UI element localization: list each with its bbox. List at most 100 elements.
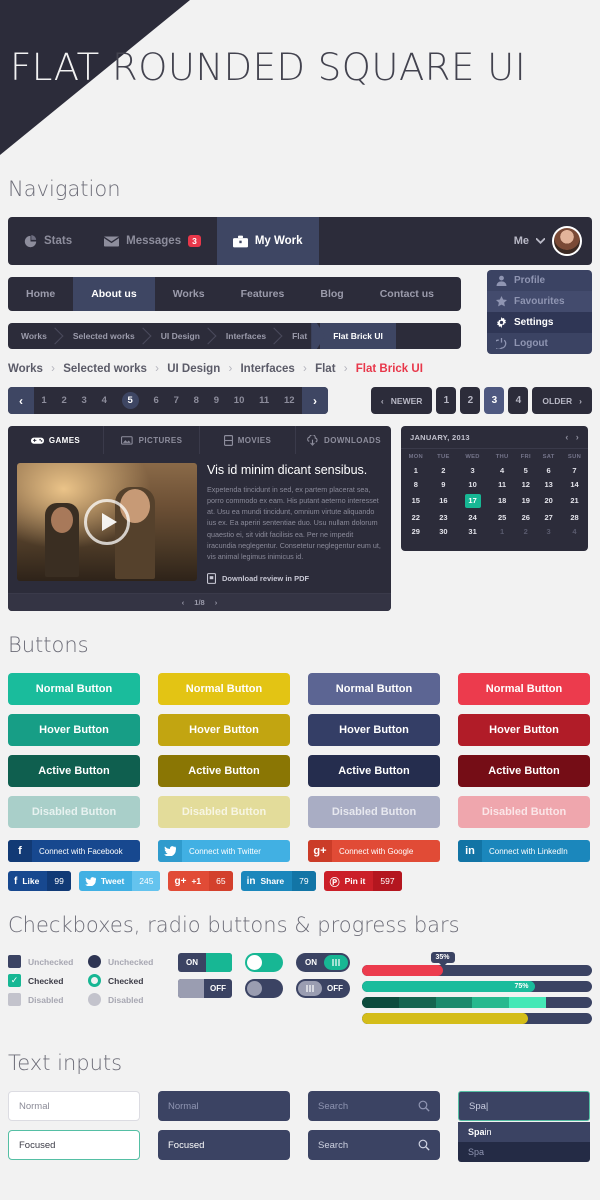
- calendar-day-outside[interactable]: 1: [489, 524, 515, 538]
- tab-pictures[interactable]: PICTURES: [104, 426, 200, 454]
- text-input-normal-dark[interactable]: Normal: [158, 1091, 290, 1122]
- calendar-day-outside[interactable]: 4: [561, 524, 588, 538]
- video-thumbnail[interactable]: [17, 463, 197, 581]
- calendar-day[interactable]: 26: [515, 510, 536, 524]
- pagination-page[interactable]: 2: [61, 395, 66, 406]
- toggle-pill-on[interactable]: [245, 953, 283, 973]
- breadcrumb-link[interactable]: Interfaces: [240, 363, 294, 375]
- calendar-day[interactable]: 20: [536, 491, 561, 510]
- pagination-page[interactable]: 9: [214, 395, 219, 406]
- radio-unchecked[interactable]: [88, 955, 101, 969]
- calendar-day[interactable]: 23: [431, 510, 457, 524]
- calendar-day[interactable]: 7: [561, 463, 588, 477]
- connect-facebook-button[interactable]: f Connect with Facebook: [8, 840, 140, 863]
- tab-movies[interactable]: MOVIES: [200, 426, 296, 454]
- calendar-day[interactable]: 28: [561, 510, 588, 524]
- tab-pager-next[interactable]: ›: [215, 598, 218, 607]
- autocomplete-option[interactable]: Spa: [458, 1142, 590, 1163]
- calendar-day[interactable]: 9: [431, 477, 457, 491]
- calendar-day[interactable]: 14: [561, 477, 588, 491]
- play-button-icon[interactable]: [84, 499, 130, 545]
- pagination-next-button[interactable]: ›: [302, 387, 328, 414]
- tab-games[interactable]: GAMES: [8, 426, 104, 454]
- dropdown-item-logout[interactable]: Logout: [487, 333, 592, 354]
- checkbox-unchecked[interactable]: [8, 955, 21, 969]
- tab-downloads[interactable]: DOWNLOADS: [296, 426, 391, 454]
- calendar-day[interactable]: 16: [431, 491, 457, 510]
- pagination-older-button[interactable]: OLDER ›: [532, 387, 592, 414]
- text-input-normal-light[interactable]: Normal: [8, 1091, 140, 1122]
- toggle-grip-off[interactable]: OFF: [296, 979, 350, 999]
- menu-item-features[interactable]: Features: [223, 277, 303, 311]
- topnav-item-my-work[interactable]: My Work: [216, 217, 319, 265]
- pagination-page-active[interactable]: 5: [121, 392, 139, 409]
- radio-unchecked-row[interactable]: Unchecked: [88, 953, 168, 970]
- toggle-grip-on[interactable]: ON: [296, 953, 350, 973]
- breadcrumb-arrow-segment[interactable]: Works: [8, 323, 60, 349]
- toggle-square-off[interactable]: OFF: [178, 979, 232, 999]
- user-menu-trigger[interactable]: Me: [504, 217, 592, 265]
- pagination-page[interactable]: 10: [234, 395, 245, 406]
- avatar[interactable]: [552, 226, 582, 256]
- connect-google-button[interactable]: g+ Connect with Google: [308, 840, 440, 863]
- calendar-day[interactable]: 2: [431, 463, 457, 477]
- menu-item-contact-us[interactable]: Contact us: [362, 277, 452, 311]
- button-yellow-hover[interactable]: Hover Button: [158, 714, 290, 747]
- share-tweet-button[interactable]: Tweet 245: [78, 871, 161, 892]
- calendar-day[interactable]: 13: [536, 477, 561, 491]
- calendar-day[interactable]: 4: [489, 463, 515, 477]
- calendar-day-selected[interactable]: 17: [456, 491, 489, 510]
- share-linkedin-button[interactable]: in Share 79: [240, 871, 316, 892]
- autocomplete-input[interactable]: Spa |: [458, 1091, 590, 1122]
- calendar-day[interactable]: 1: [401, 463, 431, 477]
- calendar-day[interactable]: 18: [489, 491, 515, 510]
- button-slate-hover[interactable]: Hover Button: [308, 714, 440, 747]
- breadcrumb-arrow-segment[interactable]: Interfaces: [213, 323, 279, 349]
- dropdown-item-favourites[interactable]: Favourites: [487, 291, 592, 312]
- button-red-normal[interactable]: Normal Button: [458, 673, 590, 706]
- search-icon[interactable]: [418, 1100, 430, 1112]
- connect-twitter-button[interactable]: Connect with Twitter: [158, 840, 290, 863]
- search-icon[interactable]: [418, 1139, 430, 1151]
- pagination-page[interactable]: 1: [41, 395, 46, 406]
- calendar-prev-month-button[interactable]: ‹: [565, 432, 568, 442]
- topnav-item-stats[interactable]: Stats: [8, 217, 88, 265]
- pagination-page[interactable]: 12: [284, 395, 295, 406]
- calendar-day[interactable]: 10: [456, 477, 489, 491]
- button-yellow-active[interactable]: Active Button: [158, 755, 290, 788]
- pagination-page[interactable]: 8: [194, 395, 199, 406]
- button-yellow-normal[interactable]: Normal Button: [158, 673, 290, 706]
- menu-item-about-us[interactable]: About us: [73, 277, 155, 311]
- button-slate-normal[interactable]: Normal Button: [308, 673, 440, 706]
- share-pinterest-button[interactable]: Ⓟ Pin it 597: [323, 871, 402, 892]
- pagination-page[interactable]: 7: [174, 395, 179, 406]
- toggle-square-on[interactable]: ON: [178, 953, 232, 973]
- search-input-focused[interactable]: Search: [308, 1130, 440, 1161]
- calendar-day[interactable]: 15: [401, 491, 431, 510]
- calendar-day[interactable]: 12: [515, 477, 536, 491]
- pagination-page[interactable]: 11: [259, 395, 269, 406]
- toggle-pill-off[interactable]: [245, 979, 283, 999]
- breadcrumb-link[interactable]: UI Design: [167, 363, 220, 375]
- calendar-day[interactable]: 11: [489, 477, 515, 491]
- pagination-page[interactable]: 2: [460, 387, 481, 414]
- share-like-button[interactable]: f Like 99: [8, 871, 71, 892]
- search-input-normal[interactable]: Search: [308, 1091, 440, 1122]
- checkbox-checked[interactable]: ✓: [8, 974, 21, 988]
- pagination-page-active[interactable]: 3: [484, 387, 505, 414]
- calendar-day[interactable]: 29: [401, 524, 431, 538]
- breadcrumb-arrow-segment-active[interactable]: Flat Brick UI: [320, 323, 396, 349]
- breadcrumb-arrow-segment[interactable]: Selected works: [60, 323, 148, 349]
- calendar-day-outside[interactable]: 2: [515, 524, 536, 538]
- text-input-focused-light[interactable]: Focused: [8, 1130, 140, 1161]
- topnav-item-messages[interactable]: Messages 3: [88, 217, 217, 265]
- menu-item-home[interactable]: Home: [8, 277, 73, 311]
- button-teal-normal[interactable]: Normal Button: [8, 673, 140, 706]
- pagination-prev-button[interactable]: ‹: [8, 387, 34, 414]
- dropdown-item-settings[interactable]: Settings: [487, 312, 592, 333]
- download-pdf-link[interactable]: Download review in PDF: [207, 573, 382, 584]
- breadcrumb-link[interactable]: Selected works: [63, 363, 147, 375]
- connect-linkedin-button[interactable]: in Connect with LinkedIn: [458, 840, 590, 863]
- calendar-day[interactable]: 19: [515, 491, 536, 510]
- text-input-focused-dark[interactable]: Focused: [158, 1130, 290, 1161]
